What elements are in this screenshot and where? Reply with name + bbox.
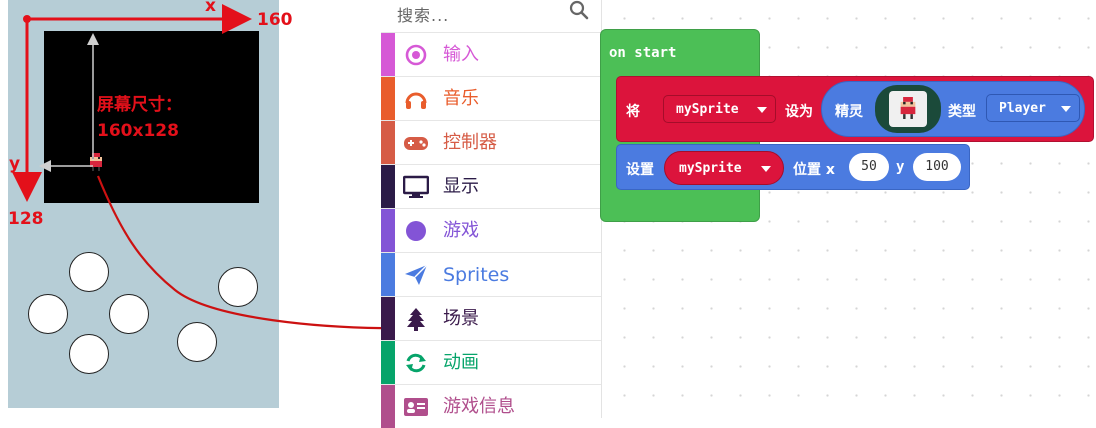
category-color-bar (381, 165, 395, 208)
variable-dropdown[interactable]: mySprite (664, 151, 784, 185)
variable-dropdown[interactable]: mySprite (663, 95, 776, 123)
gamepad-icon (404, 137, 428, 150)
kind-value: Player (999, 101, 1046, 116)
variable-name: mySprite (676, 102, 739, 117)
category-color-bar (381, 297, 395, 340)
screen-size-note: 屏幕尺寸： 160x128 (97, 92, 182, 144)
kind-label: 类型 (948, 104, 976, 120)
toolbox: 输入 音乐 控制器 显示 (381, 0, 602, 428)
id-card-icon (404, 398, 428, 416)
y-axis-label: y (9, 154, 21, 174)
category-color-bar (381, 209, 395, 252)
set-sprite-block[interactable]: 将 mySprite 设为 精灵 类型 Player (616, 76, 1094, 142)
category-label: 控制器 (443, 132, 497, 153)
search-input[interactable] (395, 0, 569, 30)
monitor-icon (403, 175, 429, 198)
sprite-label: 精灵 (835, 104, 863, 120)
category-color-bar (381, 121, 395, 164)
category-label: 动画 (443, 352, 479, 373)
category-input[interactable]: 输入 (381, 32, 601, 76)
category-label: 游戏 (443, 220, 479, 241)
category-color-bar (381, 77, 395, 120)
sprite-image-thumb (889, 91, 927, 127)
category-label: 场景 (443, 308, 479, 329)
headphones-icon (405, 92, 427, 109)
chevron-down-icon (1061, 106, 1071, 112)
sprite-image-picker[interactable] (875, 85, 941, 133)
variable-name: mySprite (679, 161, 742, 176)
category-color-bar (381, 33, 395, 76)
category-scene[interactable]: 场景 (381, 296, 601, 340)
position-prefix: 设置 (626, 162, 654, 178)
category-color-bar (381, 253, 395, 296)
position-x-label: 位置 x (793, 162, 835, 178)
sprite-icon (900, 97, 916, 119)
kind-dropdown[interactable]: Player (986, 94, 1080, 122)
on-start-label: on start (609, 45, 677, 61)
screen-size-value: 160x128 (97, 121, 179, 141)
set-prefix: 将 (626, 104, 640, 120)
category-game[interactable]: 游戏 (381, 208, 601, 252)
category-label: 输入 (443, 44, 479, 65)
y-value-input[interactable]: 100 (913, 153, 961, 181)
toolbox-search (381, 0, 601, 32)
chevron-down-icon (757, 107, 767, 113)
category-color-bar (381, 341, 395, 384)
search-icon[interactable] (569, 0, 589, 20)
x-axis-label: x (205, 0, 216, 16)
category-label: 显示 (443, 176, 479, 197)
set-position-block[interactable]: 设置 mySprite 位置 x 50 y 100 (616, 144, 970, 190)
category-label: 音乐 (443, 88, 479, 109)
category-display[interactable]: 显示 (381, 164, 601, 208)
category-sprites[interactable]: Sprites (381, 252, 601, 296)
paper-plane-icon (405, 264, 428, 285)
sprite-create-block[interactable]: 精灵 类型 Player (821, 81, 1085, 137)
x-value-input[interactable]: 50 (849, 153, 889, 181)
tree-icon (407, 308, 425, 331)
circle-icon (406, 221, 426, 241)
chevron-down-icon (761, 166, 771, 172)
category-music[interactable]: 音乐 (381, 76, 601, 120)
category-game-info[interactable]: 游戏信息 (381, 384, 601, 428)
refresh-icon (406, 353, 426, 373)
category-animation[interactable]: 动画 (381, 340, 601, 384)
category-controller[interactable]: 控制器 (381, 120, 601, 164)
screen-size-title: 屏幕尺寸： (97, 95, 182, 115)
target-icon (405, 44, 427, 66)
category-label: 游戏信息 (443, 396, 515, 417)
position-y-label: y (896, 159, 905, 175)
category-color-bar (381, 385, 395, 428)
x-axis-max-label: 160 (257, 10, 293, 30)
category-label: Sprites (443, 264, 510, 286)
set-to-label: 设为 (785, 104, 813, 120)
y-axis-max-label: 128 (8, 209, 44, 229)
